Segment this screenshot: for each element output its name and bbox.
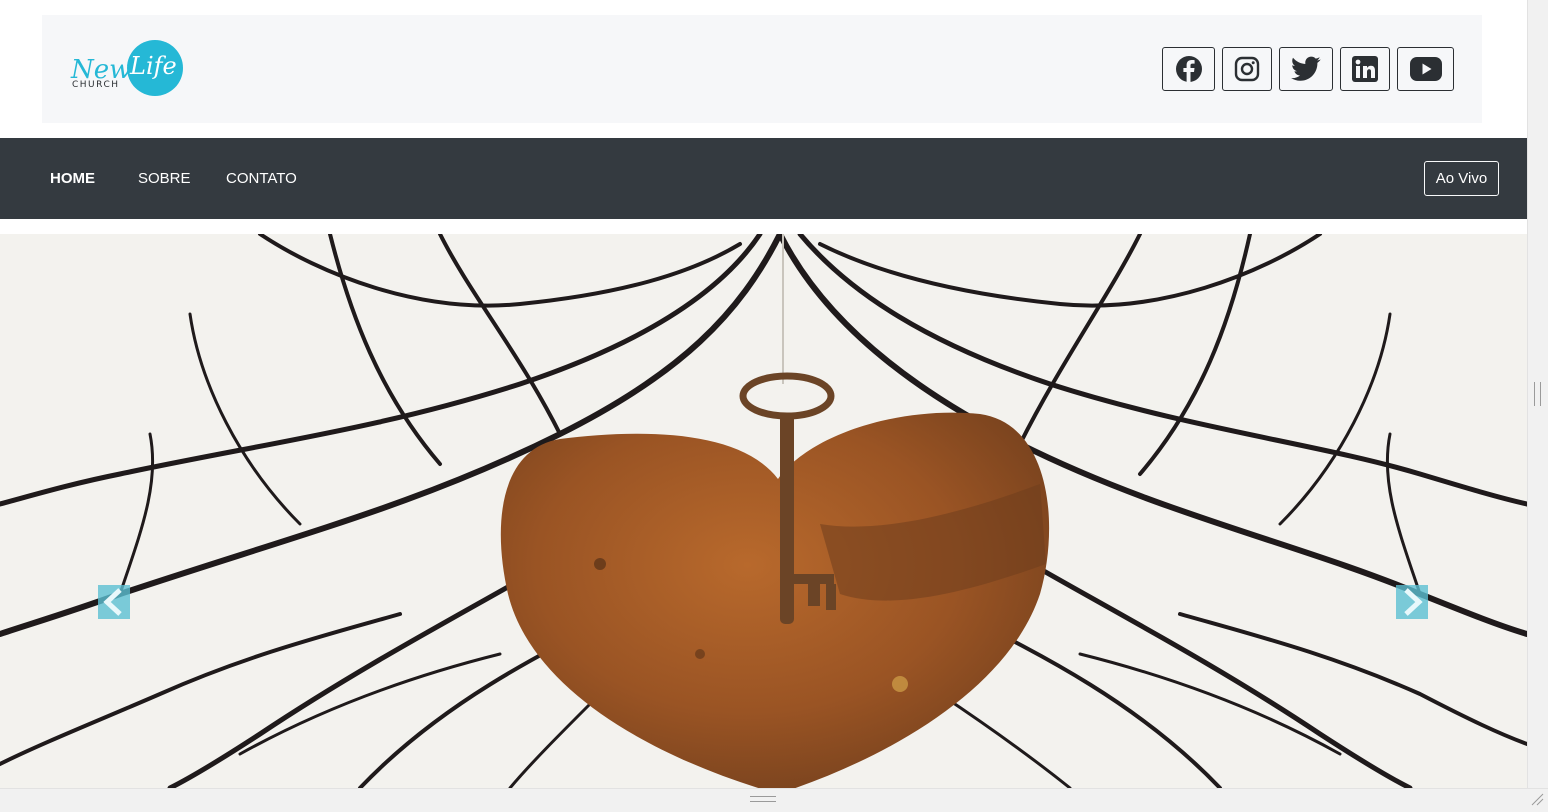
twitter-icon (1291, 56, 1321, 81)
carousel-image (0, 234, 1527, 788)
carousel-prev-button[interactable] (98, 585, 130, 619)
nav-link-sobre[interactable]: SOBRE (138, 170, 191, 188)
resize-corner-icon[interactable] (1530, 792, 1544, 806)
splitter-grip-icon[interactable] (1534, 382, 1541, 406)
page: New Life CHURCH HOME SOBRE CONTATO Ao Vi… (0, 0, 1527, 811)
instagram-button[interactable] (1222, 47, 1272, 91)
logo-church: CHURCH (72, 80, 120, 90)
carousel-next-button[interactable] (1396, 585, 1428, 619)
hero-carousel (0, 234, 1527, 788)
facebook-icon (1175, 56, 1202, 82)
youtube-icon (1409, 57, 1442, 81)
instagram-icon (1234, 56, 1260, 82)
chevron-left-icon (98, 585, 130, 619)
linkedin-icon (1352, 56, 1378, 82)
youtube-button[interactable] (1397, 47, 1454, 91)
facebook-button[interactable] (1162, 47, 1215, 91)
logo-life: Life (129, 52, 177, 80)
twitter-button[interactable] (1279, 47, 1333, 91)
nav-link-home[interactable]: HOME (50, 170, 95, 188)
chevron-right-icon (1396, 585, 1428, 619)
linkedin-button[interactable] (1340, 47, 1390, 91)
resize-grip-icon[interactable] (750, 796, 776, 802)
nav-link-contato[interactable]: CONTATO (226, 170, 297, 188)
live-button[interactable]: Ao Vivo (1424, 161, 1499, 196)
church-logo[interactable]: New Life CHURCH (70, 40, 186, 98)
